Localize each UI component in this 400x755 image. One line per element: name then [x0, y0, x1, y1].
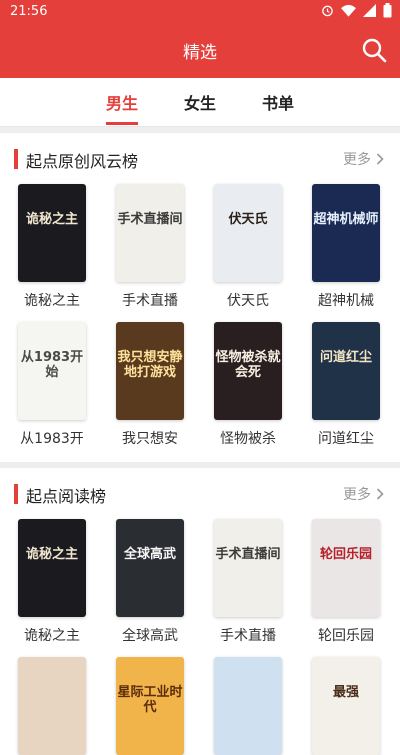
book-cover[interactable]: 手术直播间	[214, 519, 282, 617]
cover-title: 全球高武	[123, 547, 176, 562]
section-divider	[0, 462, 400, 468]
book-cover[interactable]: 最强	[312, 657, 380, 755]
book-item[interactable]	[212, 657, 284, 755]
app-header: 21:56 精选	[0, 0, 400, 78]
section-header: 起点原创风云榜 更多	[0, 143, 400, 179]
book-title: 手术直播	[122, 293, 178, 309]
alarm-icon	[322, 5, 333, 17]
book-title: 伏天氏	[227, 293, 269, 309]
cover-title: 我只想安静地打游戏	[117, 350, 183, 380]
signal-icon	[363, 4, 376, 17]
cover-title: 诡秘之主	[25, 212, 78, 227]
battery-icon	[383, 3, 392, 18]
cover-title: 轮回乐园	[319, 547, 372, 562]
more-link[interactable]: 更多	[343, 484, 384, 504]
cover-title: 诡秘之主	[25, 547, 78, 562]
book-cover[interactable]: 怪物被杀就会死	[214, 322, 282, 420]
cover-title: 从1983开始	[20, 350, 84, 380]
status-icons	[321, 3, 392, 18]
tab-female[interactable]: 女生	[184, 90, 216, 114]
book-cover[interactable]: 诡秘之主	[18, 519, 86, 617]
section-title: 起点原创风云榜	[26, 152, 139, 171]
book-cover[interactable]: 从1983开始	[18, 322, 86, 420]
chevron-right-icon	[376, 488, 384, 500]
status-time: 21:56	[10, 4, 48, 19]
book-cover[interactable]: 全球高武	[116, 519, 184, 617]
page-title: 精选	[183, 43, 217, 63]
tab-male[interactable]: 男生	[106, 90, 138, 114]
cover-title: 手术直播间	[117, 212, 183, 227]
section-title: 起点阅读榜	[26, 487, 107, 506]
book-cover[interactable]: 诡秘之主	[18, 184, 86, 282]
book-title: 诡秘之主	[24, 293, 80, 309]
book-cover[interactable]	[18, 657, 86, 755]
book-cover[interactable]: 手术直播间	[116, 184, 184, 282]
book-item[interactable]: 全球高武 全球高武	[114, 519, 186, 645]
book-item[interactable]: 从1983开始从1983开	[16, 322, 88, 448]
tab-bar: 男生 女生 书单	[0, 78, 400, 127]
book-item[interactable]: 怪物被杀就会死怪物被杀	[212, 322, 284, 448]
cover-title: 最强	[332, 685, 359, 700]
section-accent-bar	[14, 484, 18, 504]
book-item[interactable]: 诡秘之主 诡秘之主	[16, 519, 88, 645]
wifi-icon	[341, 4, 356, 17]
tab-active-indicator	[106, 122, 138, 125]
book-title: 手术直播	[220, 628, 276, 644]
book-item[interactable]: 我只想安静地打游戏我只想安	[114, 322, 186, 448]
book-item[interactable]: 手术直播间 手术直播	[212, 519, 284, 645]
more-label: 更多	[343, 152, 371, 168]
book-item[interactable]: 轮回乐园 轮回乐园	[310, 519, 382, 645]
book-cover[interactable]: 星际工业时代	[116, 657, 184, 755]
book-title: 我只想安	[122, 431, 178, 447]
book-title: 问道红尘	[318, 431, 374, 447]
book-title: 轮回乐园	[318, 628, 374, 644]
book-cover[interactable]: 伏天氏	[214, 184, 282, 282]
book-title: 超神机械	[318, 293, 374, 309]
book-title: 怪物被杀	[220, 431, 276, 447]
book-cover[interactable]: 问道红尘	[312, 322, 380, 420]
book-cover[interactable]: 轮回乐园	[312, 519, 380, 617]
book-title: 从1983开	[20, 431, 84, 447]
section-divider	[0, 127, 400, 133]
book-cover[interactable]: 超神机械师	[312, 184, 380, 282]
search-button[interactable]	[360, 36, 388, 64]
book-item[interactable]: 最强	[310, 657, 382, 755]
book-item[interactable]: 诡秘之主 诡秘之主	[16, 184, 88, 310]
book-item[interactable]: 问道红尘 问道红尘	[310, 322, 382, 448]
book-cover[interactable]	[214, 657, 282, 755]
section-accent-bar	[14, 149, 18, 169]
book-item[interactable]	[16, 657, 88, 755]
status-bar: 21:56	[0, 0, 400, 24]
cover-title: 星际工业时代	[117, 685, 183, 715]
tab-booklist[interactable]: 书单	[262, 90, 294, 114]
book-cover[interactable]: 我只想安静地打游戏	[116, 322, 184, 420]
cover-title: 问道红尘	[319, 350, 372, 365]
more-link[interactable]: 更多	[343, 149, 384, 169]
chevron-right-icon	[376, 153, 384, 165]
cover-title: 超神机械师	[313, 212, 379, 227]
book-item[interactable]: 超神机械师 超神机械	[310, 184, 382, 310]
book-item[interactable]: 伏天氏 伏天氏	[212, 184, 284, 310]
book-item[interactable]: 星际工业时代	[114, 657, 186, 755]
book-title: 全球高武	[122, 628, 178, 644]
book-item[interactable]: 手术直播间 手术直播	[114, 184, 186, 310]
cover-title: 手术直播间	[215, 547, 281, 562]
section-header: 起点阅读榜 更多	[0, 478, 400, 514]
search-icon	[362, 38, 387, 63]
more-label: 更多	[343, 487, 371, 503]
cover-title: 怪物被杀就会死	[215, 350, 281, 380]
book-title: 诡秘之主	[24, 628, 80, 644]
cover-title: 伏天氏	[228, 212, 268, 227]
